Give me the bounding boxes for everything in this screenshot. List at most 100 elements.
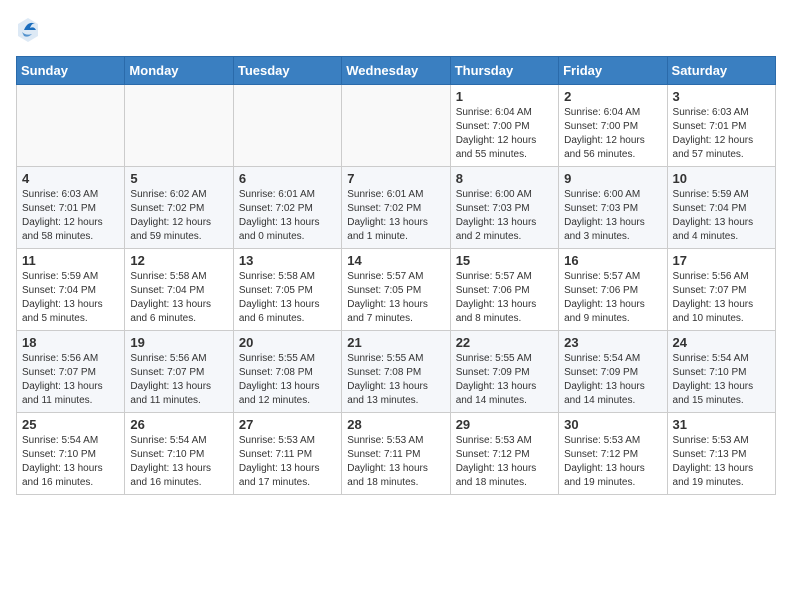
day-number: 8 — [456, 171, 553, 186]
day-info: Sunrise: 5:56 AM Sunset: 7:07 PM Dayligh… — [130, 352, 227, 408]
calendar-cell: 10 Sunrise: 5:59 AM Sunset: 7:04 PM Dayli… — [667, 167, 775, 249]
calendar-cell: 1 Sunrise: 6:04 AM Sunset: 7:00 PM Daylig… — [450, 85, 558, 167]
day-info: Sunrise: 5:53 AM Sunset: 7:11 PM Dayligh… — [239, 434, 336, 490]
day-number: 26 — [130, 417, 227, 432]
column-header-monday: Monday — [125, 57, 233, 85]
day-info: Sunrise: 6:04 AM Sunset: 7:00 PM Dayligh… — [564, 106, 661, 162]
day-number: 4 — [22, 171, 119, 186]
day-number: 19 — [130, 335, 227, 350]
day-number: 31 — [673, 417, 770, 432]
day-info: Sunrise: 6:04 AM Sunset: 7:00 PM Dayligh… — [456, 106, 553, 162]
day-number: 20 — [239, 335, 336, 350]
day-number: 25 — [22, 417, 119, 432]
week-row-3: 11 Sunrise: 5:59 AM Sunset: 7:04 PM Dayli… — [17, 249, 776, 331]
day-info: Sunrise: 6:00 AM Sunset: 7:03 PM Dayligh… — [456, 188, 553, 244]
day-info: Sunrise: 5:55 AM Sunset: 7:08 PM Dayligh… — [239, 352, 336, 408]
calendar-cell: 13Sunrise: 5:58 AM Sunset: 7:05 PM Dayli… — [233, 249, 341, 331]
calendar-cell: 11 Sunrise: 5:59 AM Sunset: 7:04 PM Dayli… — [17, 249, 125, 331]
calendar-cell: 16 Sunrise: 5:57 AM Sunset: 7:06 PM Dayli… — [559, 249, 667, 331]
calendar-cell: 6 Sunrise: 6:01 AM Sunset: 7:02 PM Daylig… — [233, 167, 341, 249]
day-number: 7 — [347, 171, 444, 186]
calendar-cell — [17, 85, 125, 167]
day-info: Sunrise: 5:53 AM Sunset: 7:12 PM Dayligh… — [564, 434, 661, 490]
day-number: 27 — [239, 417, 336, 432]
calendar-cell: 8 Sunrise: 6:00 AM Sunset: 7:03 PM Daylig… — [450, 167, 558, 249]
calendar-cell: 22 Sunrise: 5:55 AM Sunset: 7:09 PM Dayli… — [450, 331, 558, 413]
calendar-cell: 19 Sunrise: 5:56 AM Sunset: 7:07 PM Dayli… — [125, 331, 233, 413]
calendar-cell: 14Sunrise: 5:57 AM Sunset: 7:05 PM Dayli… — [342, 249, 450, 331]
week-row-2: 4Sunrise: 6:03 AM Sunset: 7:01 PM Daylig… — [17, 167, 776, 249]
day-info: Sunrise: 5:53 AM Sunset: 7:12 PM Dayligh… — [456, 434, 553, 490]
calendar-cell: 27 Sunrise: 5:53 AM Sunset: 7:11 PM Dayli… — [233, 413, 341, 495]
day-number: 30 — [564, 417, 661, 432]
day-info: Sunrise: 5:54 AM Sunset: 7:10 PM Dayligh… — [22, 434, 119, 490]
calendar-cell: 31 Sunrise: 5:53 AM Sunset: 7:13 PM Dayli… — [667, 413, 775, 495]
day-number: 10 — [673, 171, 770, 186]
page-header — [16, 16, 776, 44]
calendar: SundayMondayTuesdayWednesdayThursdayFrid… — [16, 56, 776, 495]
day-info: Sunrise: 5:55 AM Sunset: 7:08 PM Dayligh… — [347, 352, 444, 408]
day-number: 21 — [347, 335, 444, 350]
day-number: 28 — [347, 417, 444, 432]
calendar-cell: 3Sunrise: 6:03 AM Sunset: 7:01 PM Daylig… — [667, 85, 775, 167]
day-number: 3 — [673, 89, 770, 104]
calendar-cell: 4Sunrise: 6:03 AM Sunset: 7:01 PM Daylig… — [17, 167, 125, 249]
calendar-cell — [233, 85, 341, 167]
calendar-cell: 24 Sunrise: 5:54 AM Sunset: 7:10 PM Dayli… — [667, 331, 775, 413]
day-number: 11 — [22, 253, 119, 268]
day-info: Sunrise: 5:54 AM Sunset: 7:10 PM Dayligh… — [673, 352, 770, 408]
calendar-cell: 20 Sunrise: 5:55 AM Sunset: 7:08 PM Dayli… — [233, 331, 341, 413]
week-row-1: 1 Sunrise: 6:04 AM Sunset: 7:00 PM Daylig… — [17, 85, 776, 167]
calendar-cell: 7 Sunrise: 6:01 AM Sunset: 7:02 PM Daylig… — [342, 167, 450, 249]
column-header-thursday: Thursday — [450, 57, 558, 85]
calendar-cell: 15 Sunrise: 5:57 AM Sunset: 7:06 PM Dayli… — [450, 249, 558, 331]
column-header-wednesday: Wednesday — [342, 57, 450, 85]
day-info: Sunrise: 5:58 AM Sunset: 7:05 PM Dayligh… — [239, 270, 336, 326]
day-info: Sunrise: 5:59 AM Sunset: 7:04 PM Dayligh… — [673, 188, 770, 244]
day-number: 14 — [347, 253, 444, 268]
day-number: 23 — [564, 335, 661, 350]
week-row-5: 25 Sunrise: 5:54 AM Sunset: 7:10 PM Dayli… — [17, 413, 776, 495]
calendar-cell: 29 Sunrise: 5:53 AM Sunset: 7:12 PM Dayli… — [450, 413, 558, 495]
day-number: 5 — [130, 171, 227, 186]
day-info: Sunrise: 6:00 AM Sunset: 7:03 PM Dayligh… — [564, 188, 661, 244]
day-number: 6 — [239, 171, 336, 186]
day-info: Sunrise: 5:54 AM Sunset: 7:09 PM Dayligh… — [564, 352, 661, 408]
day-info: Sunrise: 5:57 AM Sunset: 7:06 PM Dayligh… — [564, 270, 661, 326]
day-info: Sunrise: 6:02 AM Sunset: 7:02 PM Dayligh… — [130, 188, 227, 244]
day-number: 29 — [456, 417, 553, 432]
day-info: Sunrise: 5:53 AM Sunset: 7:11 PM Dayligh… — [347, 434, 444, 490]
day-info: Sunrise: 5:53 AM Sunset: 7:13 PM Dayligh… — [673, 434, 770, 490]
calendar-cell: 17 Sunrise: 5:56 AM Sunset: 7:07 PM Dayli… — [667, 249, 775, 331]
day-info: Sunrise: 5:57 AM Sunset: 7:06 PM Dayligh… — [456, 270, 553, 326]
logo — [16, 16, 44, 44]
calendar-cell — [125, 85, 233, 167]
day-number: 22 — [456, 335, 553, 350]
calendar-cell: 9 Sunrise: 6:00 AM Sunset: 7:03 PM Daylig… — [559, 167, 667, 249]
day-info: Sunrise: 6:01 AM Sunset: 7:02 PM Dayligh… — [239, 188, 336, 244]
day-number: 15 — [456, 253, 553, 268]
column-header-tuesday: Tuesday — [233, 57, 341, 85]
day-info: Sunrise: 5:58 AM Sunset: 7:04 PM Dayligh… — [130, 270, 227, 326]
day-info: Sunrise: 5:55 AM Sunset: 7:09 PM Dayligh… — [456, 352, 553, 408]
day-number: 9 — [564, 171, 661, 186]
day-number: 24 — [673, 335, 770, 350]
calendar-cell: 28 Sunrise: 5:53 AM Sunset: 7:11 PM Dayli… — [342, 413, 450, 495]
calendar-cell: 25 Sunrise: 5:54 AM Sunset: 7:10 PM Dayli… — [17, 413, 125, 495]
calendar-cell: 30 Sunrise: 5:53 AM Sunset: 7:12 PM Dayli… — [559, 413, 667, 495]
calendar-cell: 18 Sunrise: 5:56 AM Sunset: 7:07 PM Dayli… — [17, 331, 125, 413]
day-number: 2 — [564, 89, 661, 104]
day-number: 1 — [456, 89, 553, 104]
day-number: 16 — [564, 253, 661, 268]
calendar-cell: 5 Sunrise: 6:02 AM Sunset: 7:02 PM Daylig… — [125, 167, 233, 249]
day-info: Sunrise: 5:59 AM Sunset: 7:04 PM Dayligh… — [22, 270, 119, 326]
day-number: 12 — [130, 253, 227, 268]
day-number: 17 — [673, 253, 770, 268]
day-info: Sunrise: 5:56 AM Sunset: 7:07 PM Dayligh… — [673, 270, 770, 326]
header-row: SundayMondayTuesdayWednesdayThursdayFrid… — [17, 57, 776, 85]
column-header-saturday: Saturday — [667, 57, 775, 85]
day-number: 18 — [22, 335, 119, 350]
calendar-cell — [342, 85, 450, 167]
day-info: Sunrise: 6:01 AM Sunset: 7:02 PM Dayligh… — [347, 188, 444, 244]
day-info: Sunrise: 5:56 AM Sunset: 7:07 PM Dayligh… — [22, 352, 119, 408]
